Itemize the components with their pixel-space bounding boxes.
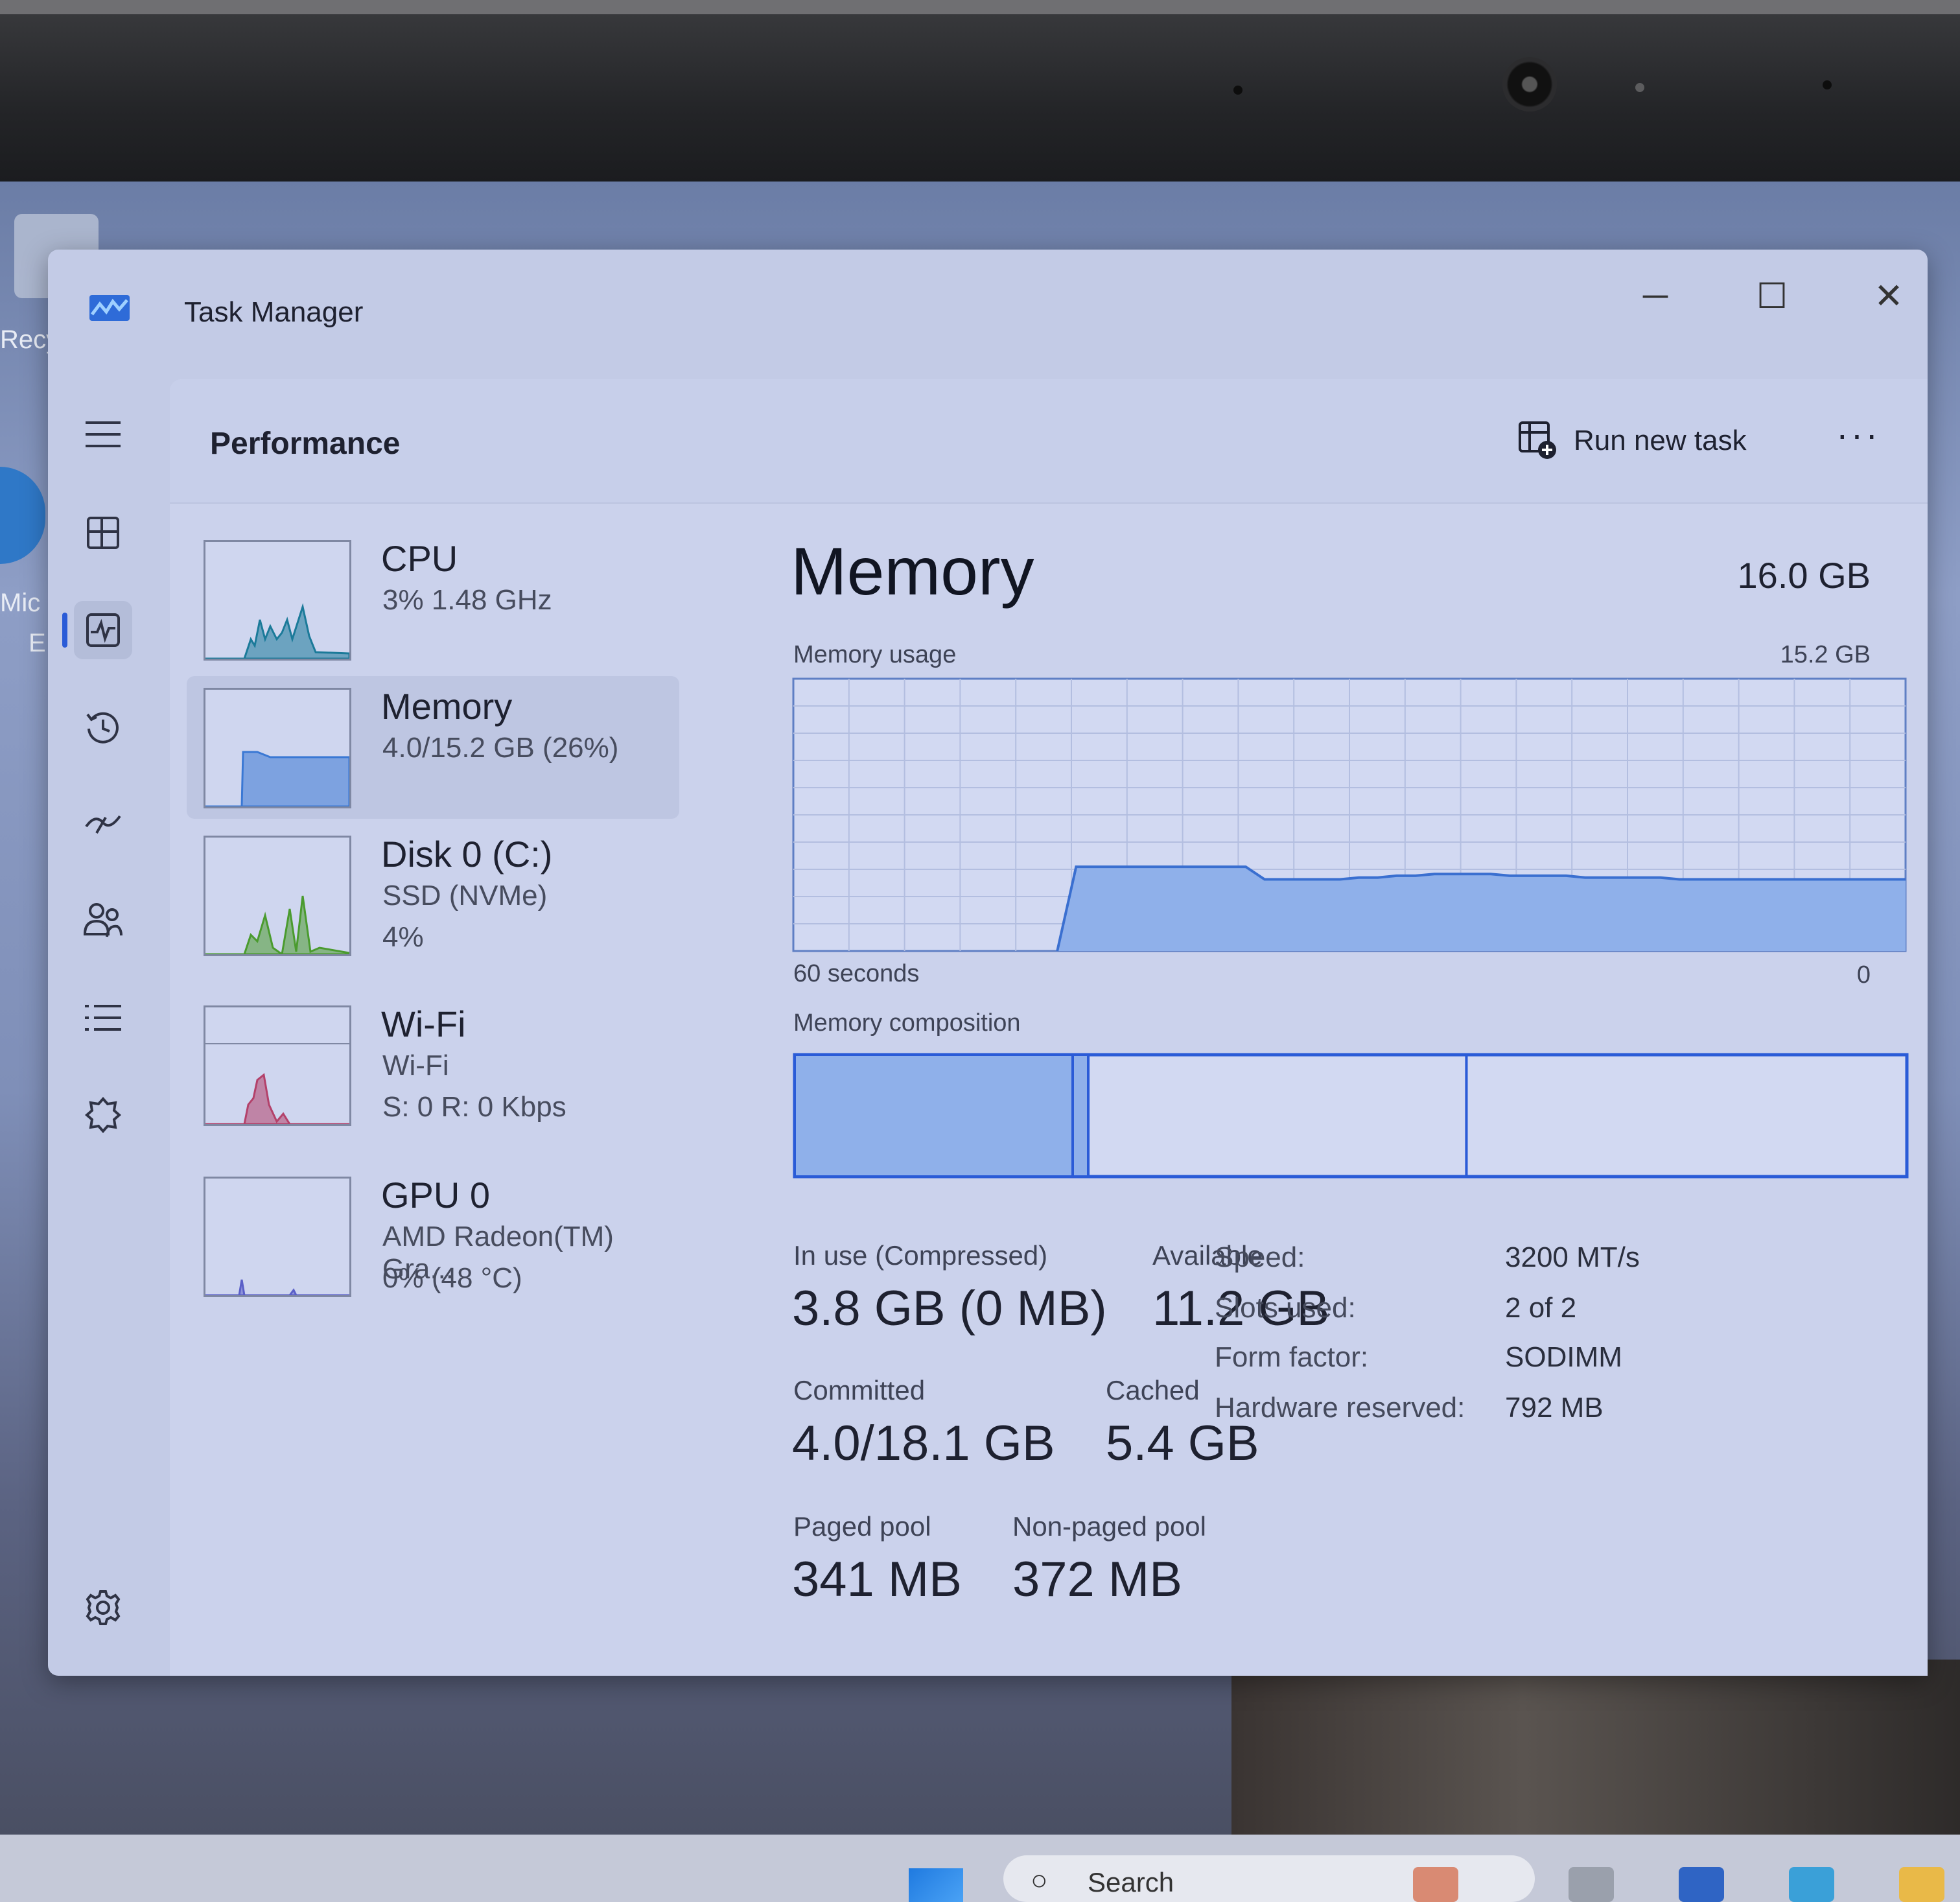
memory-usage-chart — [792, 677, 1907, 952]
task-manager-window: Task Manager ─ ☐ ✕ Performance Run new t… — [48, 250, 1928, 1676]
edge-shortcut-icon[interactable] — [0, 467, 45, 564]
time-axis-start-label: 60 seconds — [793, 960, 920, 987]
non-paged-pool-label: Non-paged pool — [1012, 1511, 1206, 1542]
taskbar — [0, 1835, 1960, 1902]
memory-usage-label: Memory usage — [793, 641, 957, 668]
window-title: Task Manager — [184, 296, 364, 328]
laptop-bezel — [0, 0, 1960, 182]
more-options-button[interactable]: ··· — [1829, 412, 1887, 470]
users-icon[interactable] — [74, 891, 132, 950]
nav-selection-indicator — [62, 613, 67, 648]
device-detail: Wi-Fi — [382, 1050, 449, 1081]
bezel-sensor-dot — [1823, 80, 1832, 89]
device-thumbnail-graph — [204, 1005, 351, 1126]
device-detail: 3% 1.48 GHz — [382, 584, 552, 616]
device-detail: S: 0 R: 0 Kbps — [382, 1091, 566, 1123]
paged-pool-label: Paged pool — [793, 1511, 931, 1542]
detail-value: 792 MB — [1505, 1392, 1604, 1424]
task-manager-logo-icon — [89, 295, 130, 321]
details-icon[interactable] — [74, 989, 132, 1047]
time-axis-end-label: 0 — [1856, 961, 1871, 989]
wallpaper-city-scene — [1231, 1660, 1960, 1835]
device-detail: SSD (NVMe) — [382, 880, 548, 911]
run-task-icon — [1519, 421, 1556, 459]
detail-key: Speed: — [1215, 1241, 1305, 1273]
detail-key: Hardware reserved: — [1215, 1392, 1465, 1424]
device-item[interactable]: Disk 0 (C:) SSD (NVMe) 4% — [187, 824, 679, 967]
maximize-button[interactable]: ☐ — [1746, 276, 1798, 316]
memory-composition-bar[interactable] — [792, 1052, 1909, 1179]
command-bar: Performance Run new task ··· — [170, 379, 1928, 504]
in-use-value: 3.8 GB (0 MB) — [792, 1281, 1107, 1336]
page-title: Performance — [210, 427, 401, 461]
startup-apps-icon[interactable] — [74, 794, 132, 852]
minimize-button[interactable]: ─ — [1629, 276, 1681, 316]
webcam — [1502, 57, 1557, 112]
detail-value: 2 of 2 — [1505, 1292, 1577, 1324]
search-placeholder: Search — [1088, 1867, 1174, 1897]
app-history-icon[interactable] — [74, 698, 132, 757]
device-graph-line — [205, 751, 349, 806]
memory-usage-max: 15.2 GB — [1780, 641, 1871, 668]
taskbar-app-icon[interactable] — [1569, 1867, 1614, 1902]
bezel-top-edge — [0, 0, 1960, 14]
committed-label: Committed — [793, 1375, 926, 1405]
device-thumbnail-graph — [204, 836, 351, 956]
composition-in-use — [793, 1053, 1074, 1178]
device-thumbnail-graph — [204, 540, 351, 661]
taskbar-app-icon[interactable] — [1413, 1867, 1458, 1902]
taskbar-app-icon[interactable] — [1789, 1867, 1834, 1902]
start-button[interactable] — [909, 1868, 963, 1902]
device-thumbnail-graph — [204, 1177, 351, 1297]
device-item[interactable]: Wi-Fi Wi-Fi S: 0 R: 0 Kbps — [187, 994, 679, 1136]
desktop-icon-label: E — [29, 629, 46, 657]
run-new-task-label: Run new task — [1574, 425, 1747, 456]
device-graph-line — [205, 895, 349, 954]
taskbar-app-icon[interactable] — [1679, 1867, 1724, 1902]
detail-value: SODIMM — [1505, 1341, 1622, 1373]
content-area: Performance Run new task ··· CPU 3% 1.48 … — [170, 379, 1928, 1676]
device-graph-line — [205, 603, 349, 659]
search-icon: ○ — [1031, 1864, 1048, 1896]
device-item[interactable]: Memory 4.0/15.2 GB (26%) — [187, 676, 679, 819]
settings-gear-icon[interactable] — [74, 1579, 132, 1637]
processes-icon[interactable] — [74, 504, 132, 562]
device-detail: 4% — [382, 921, 424, 953]
taskbar-app-icon[interactable] — [1899, 1867, 1944, 1902]
bezel-sensor-dot — [1233, 86, 1242, 95]
detail-key: Slots used: — [1215, 1292, 1356, 1324]
services-icon[interactable] — [74, 1086, 132, 1144]
cached-label: Cached — [1106, 1375, 1200, 1405]
device-item[interactable]: GPU 0 AMD Radeon(TM) Gra... 0% (48 °C) — [187, 1165, 679, 1308]
bezel-sensor-dot — [1635, 83, 1644, 92]
device-detail: 4.0/15.2 GB (26%) — [382, 732, 619, 764]
committed-value: 4.0/18.1 GB — [792, 1416, 1055, 1471]
non-paged-pool-value: 372 MB — [1012, 1552, 1182, 1607]
memory-composition-label: Memory composition — [793, 1009, 1021, 1037]
device-graph-line — [205, 1073, 349, 1124]
close-button[interactable]: ✕ — [1863, 276, 1915, 316]
detail-value: 3200 MT/s — [1505, 1241, 1640, 1273]
device-name: GPU 0 — [381, 1175, 491, 1215]
composition-modified — [1071, 1053, 1090, 1178]
device-name: CPU — [381, 538, 458, 579]
device-name: Disk 0 (C:) — [381, 834, 553, 875]
in-use-label: In use (Compressed) — [793, 1240, 1048, 1271]
desktop-icon-label: Mic — [0, 589, 41, 617]
memory-title: Memory — [791, 534, 1034, 609]
memory-total: 16.0 GB — [1737, 555, 1871, 596]
device-name: Wi-Fi — [381, 1004, 466, 1044]
run-new-task-button[interactable]: Run new task — [1518, 412, 1747, 470]
device-detail: 0% (48 °C) — [382, 1262, 522, 1294]
hamburger-menu-icon[interactable] — [74, 405, 132, 464]
device-name: Memory — [381, 686, 513, 727]
device-item[interactable]: CPU 3% 1.48 GHz — [187, 528, 679, 671]
device-thumbnail-graph — [204, 688, 351, 808]
paged-pool-value: 341 MB — [792, 1552, 962, 1607]
device-graph-line — [205, 1279, 349, 1295]
performance-icon[interactable] — [74, 601, 132, 659]
detail-key: Form factor: — [1215, 1341, 1369, 1373]
